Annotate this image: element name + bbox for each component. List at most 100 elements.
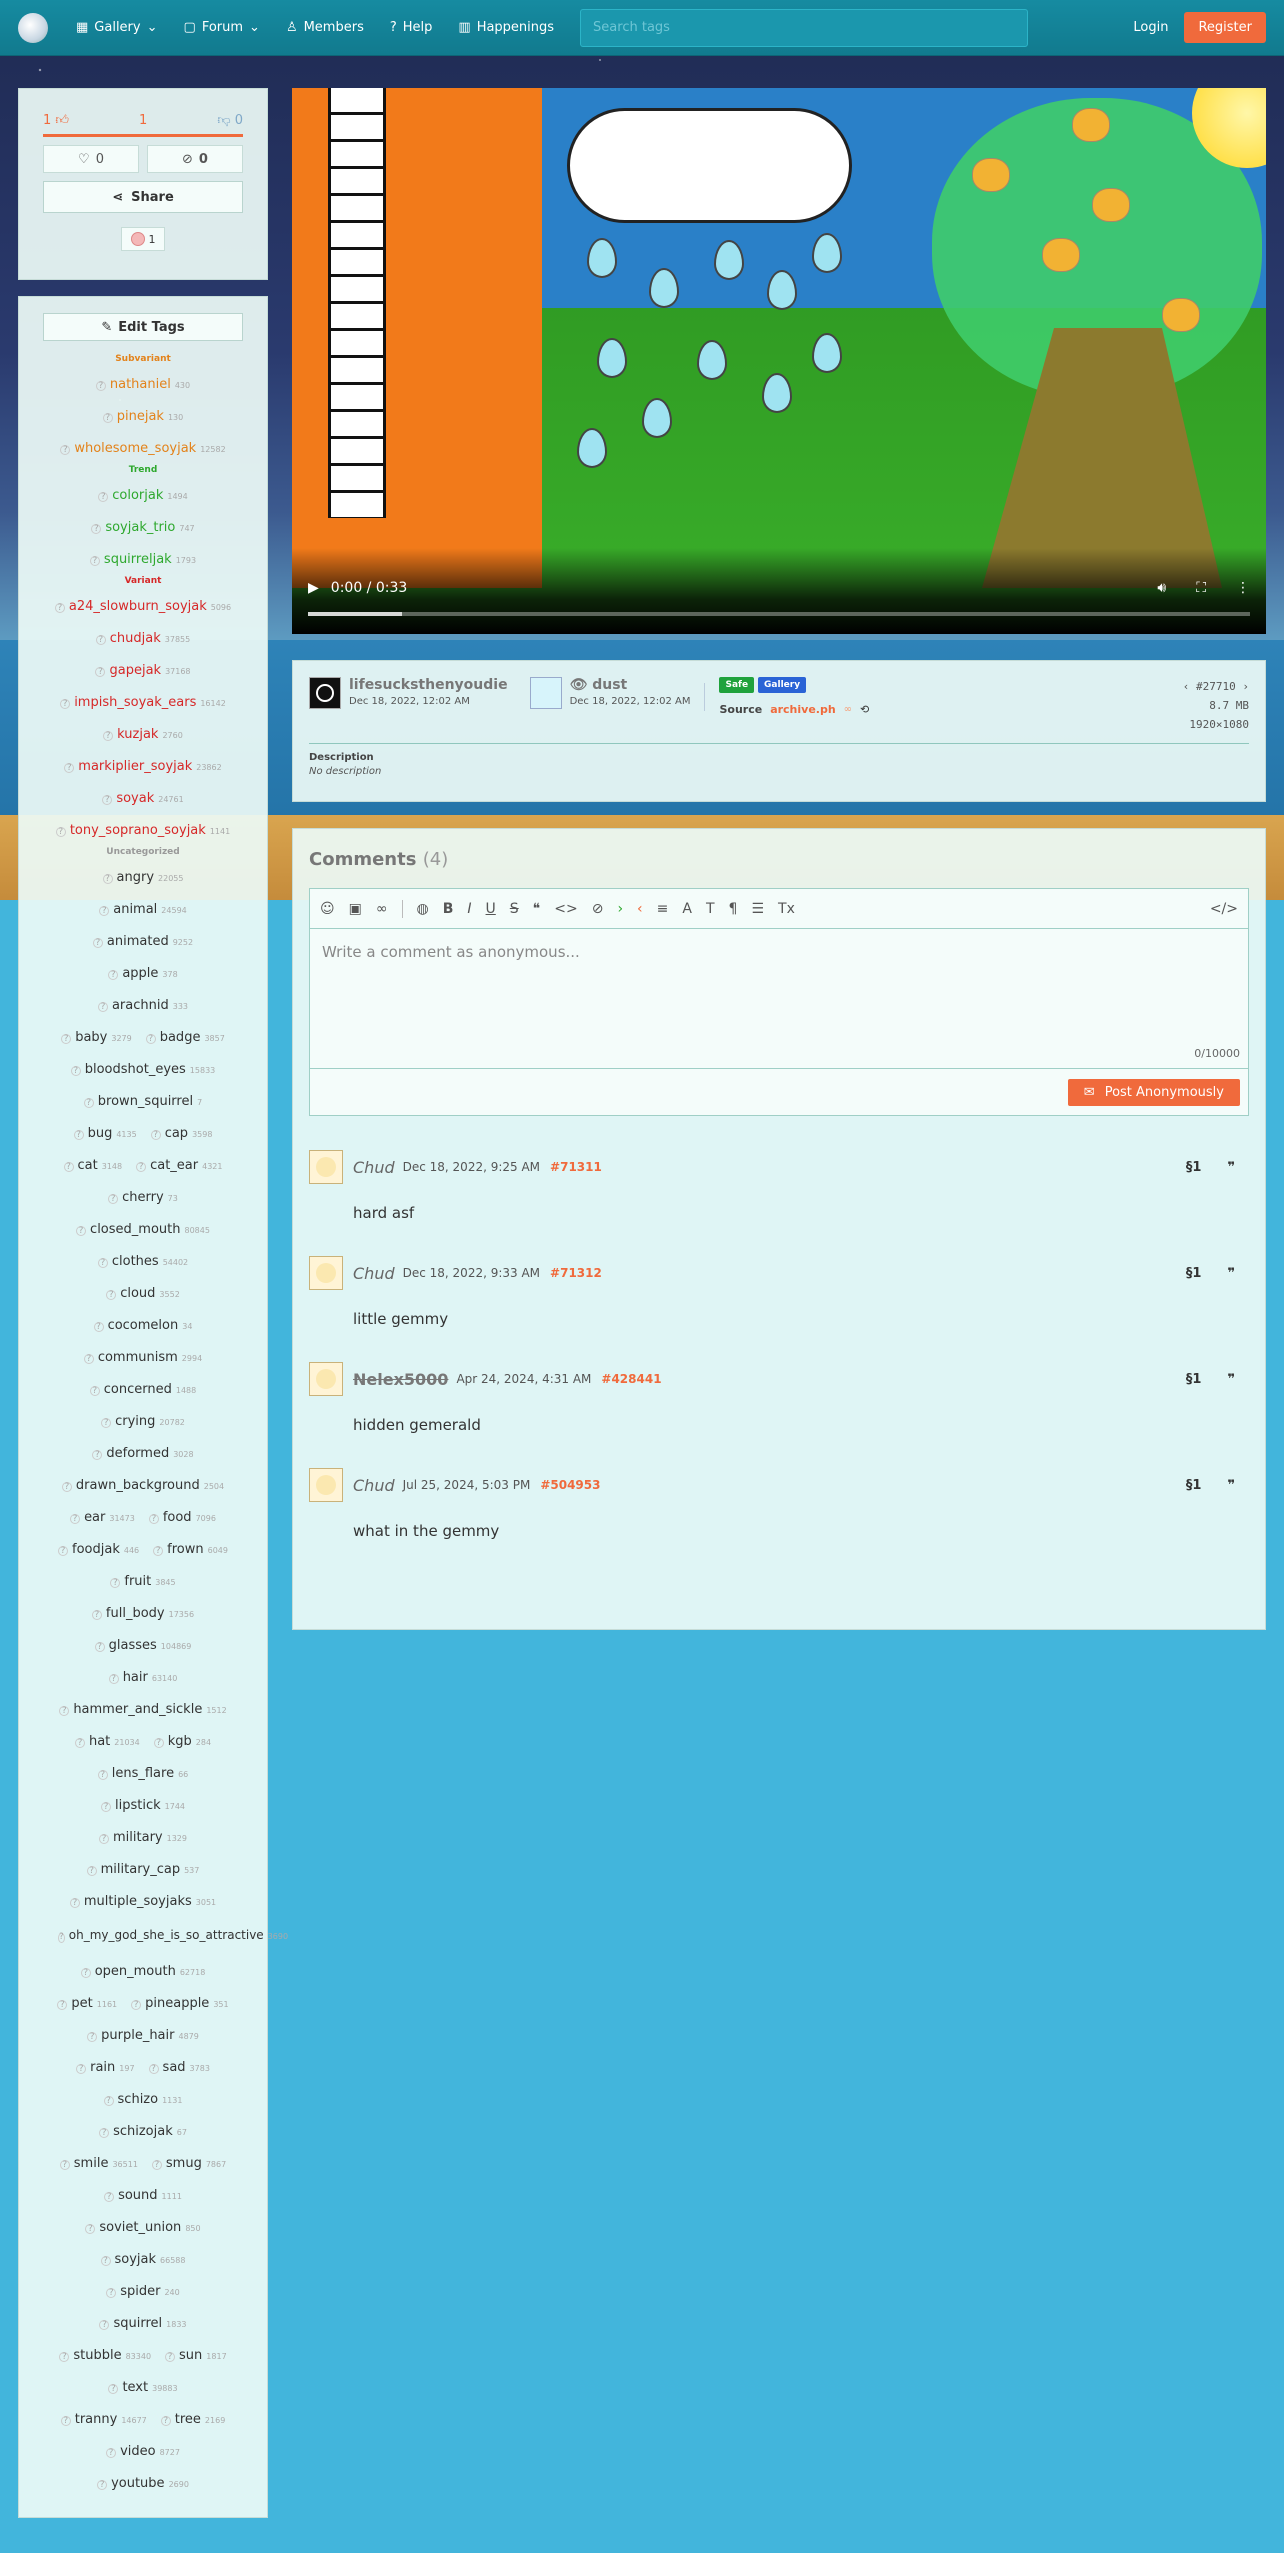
link-icon[interactable]: ∞: [376, 901, 388, 917]
site-logo[interactable]: [18, 12, 48, 43]
tag-link[interactable]: ? pinejak 130: [102, 409, 183, 424]
reply-icon[interactable]: §1: [1186, 1160, 1202, 1175]
gallery-badge[interactable]: Gallery: [758, 677, 807, 693]
tag-link[interactable]: ? pineapple 351: [131, 1996, 229, 2011]
tag-help-icon[interactable]: ?: [97, 1769, 108, 1780]
tag-link[interactable]: ? lipstick 1744: [101, 1798, 185, 1813]
uploader-avatar[interactable]: [309, 677, 341, 709]
tag-help-icon[interactable]: ?: [86, 1865, 97, 1876]
quote-icon[interactable]: ❞: [1227, 1478, 1235, 1493]
tag-link[interactable]: ? gapejak 37168: [95, 663, 191, 678]
comment-author[interactable]: Chud: [353, 1476, 395, 1495]
tag-link[interactable]: ? full_body 17356: [91, 1606, 194, 1621]
tag-link[interactable]: ? smug 7867: [151, 2156, 226, 2171]
tag-link[interactable]: ? glasses 104869: [94, 1638, 191, 1653]
comment-id-link[interactable]: #428441: [601, 1372, 661, 1386]
video-progress-bar[interactable]: [308, 612, 1250, 616]
underline-icon[interactable]: U: [486, 901, 496, 917]
tag-help-icon[interactable]: ?: [100, 2255, 111, 2266]
tag-help-icon[interactable]: ?: [61, 1033, 72, 1044]
tag-link[interactable]: ? brown_squirrel 7: [83, 1094, 202, 1109]
tag-link[interactable]: ? tony_soprano_soyjak 1141: [55, 823, 230, 838]
tag-link[interactable]: ? open_mouth 62718: [80, 1964, 205, 1979]
quote-icon[interactable]: ❞: [1227, 1372, 1235, 1387]
tag-help-icon[interactable]: ?: [148, 2063, 159, 2074]
tag-link[interactable]: ? cat 3148: [63, 1158, 122, 1173]
tag-link[interactable]: ? foodjak 446: [58, 1542, 139, 1557]
tag-link[interactable]: ? communism 2994: [83, 1350, 202, 1365]
comment-avatar[interactable]: [309, 1362, 343, 1396]
favorite-button[interactable]: ♡ 0: [43, 145, 139, 173]
tag-link[interactable]: ? youtube 2690: [97, 2476, 189, 2491]
font-size-icon[interactable]: T: [706, 901, 715, 917]
tag-link[interactable]: ? soyjak 66588: [100, 2252, 185, 2267]
tag-help-icon[interactable]: ?: [74, 1737, 85, 1748]
tag-link[interactable]: ? cherry 73: [108, 1190, 178, 1205]
quote-icon[interactable]: ❞: [1227, 1266, 1235, 1281]
source-link[interactable]: archive.ph: [770, 703, 835, 716]
tag-help-icon[interactable]: ?: [101, 1417, 112, 1428]
tag-help-icon[interactable]: ?: [102, 873, 113, 884]
watchers-button[interactable]: 1: [121, 227, 165, 251]
tag-help-icon[interactable]: ?: [145, 1033, 156, 1044]
play-icon[interactable]: ▶: [308, 580, 319, 596]
tag-help-icon[interactable]: ?: [136, 1161, 147, 1172]
tag-help-icon[interactable]: ?: [110, 1577, 121, 1588]
next-image-icon[interactable]: ›: [1242, 680, 1249, 693]
nav-item-gallery[interactable]: ▦ Gallery ⌄: [76, 20, 158, 35]
tag-help-icon[interactable]: ?: [102, 794, 113, 805]
upvote-button[interactable]: 1 👍︎: [43, 113, 69, 128]
tag-help-icon[interactable]: ?: [103, 2095, 114, 2106]
tag-help-icon[interactable]: ?: [99, 1833, 110, 1844]
tag-link[interactable]: ? arachnid 333: [97, 998, 188, 1013]
edit-tags-button[interactable]: ✎ Edit Tags: [43, 313, 243, 341]
comment-author[interactable]: Chud: [353, 1158, 395, 1177]
tag-link[interactable]: ? food 7096: [148, 1510, 216, 1525]
tag-help-icon[interactable]: ?: [63, 1161, 74, 1172]
tag-link[interactable]: ? tree 2169: [160, 2412, 225, 2427]
tag-link[interactable]: ? soviet_union 850: [85, 2220, 201, 2235]
emoji-icon[interactable]: ☺: [320, 901, 335, 917]
tag-link[interactable]: ? soyjak_trio 747: [91, 520, 195, 535]
tag-link[interactable]: ? cloud 3552: [106, 1286, 180, 1301]
tag-help-icon[interactable]: ?: [97, 1001, 108, 1012]
tag-help-icon[interactable]: ?: [108, 1673, 119, 1684]
tag-link[interactable]: ? colorjak 1494: [98, 488, 188, 503]
tag-link[interactable]: ? military_cap 537: [86, 1862, 199, 1877]
tag-help-icon[interactable]: ?: [76, 2063, 87, 2074]
comment-avatar[interactable]: [309, 1468, 343, 1502]
tag-help-icon[interactable]: ?: [59, 1705, 70, 1716]
uploader-name[interactable]: lifesucksthenyoudie: [349, 677, 508, 693]
tag-help-icon[interactable]: ?: [91, 523, 102, 534]
nav-item-help[interactable]: ? Help: [390, 20, 433, 35]
nav-item-members[interactable]: ♙ Members: [286, 20, 364, 35]
tag-link[interactable]: ? oh_my_god_she_is_so_attractive 3690: [58, 1929, 288, 1943]
tag-link[interactable]: ? chudjak 37855: [95, 631, 190, 646]
tag-link[interactable]: ? schizo 1131: [103, 2092, 182, 2107]
tag-help-icon[interactable]: ?: [108, 1193, 119, 1204]
tag-help-icon[interactable]: ?: [54, 602, 65, 613]
bold-icon[interactable]: B: [443, 901, 454, 917]
tag-help-icon[interactable]: ?: [160, 2415, 171, 2426]
greentext-icon[interactable]: ›: [617, 901, 623, 917]
tag-help-icon[interactable]: ?: [103, 730, 114, 741]
video-player[interactable]: ▶ 0:00 / 0:33 🔊︎ ⛶ ⋮: [292, 88, 1266, 634]
tag-link[interactable]: ? clothes 54402: [97, 1254, 188, 1269]
comment-textarea[interactable]: Write a comment as anonymous... 0/10000: [310, 929, 1248, 1069]
tag-link[interactable]: ? military 1329: [99, 1830, 187, 1845]
tag-link[interactable]: ? a24_slowburn_soyjak 5096: [54, 599, 231, 614]
tag-help-icon[interactable]: ?: [99, 2127, 110, 2138]
tag-help-icon[interactable]: ?: [99, 2319, 110, 2330]
tag-help-icon[interactable]: ?: [89, 1385, 100, 1396]
orangetext-icon[interactable]: ‹: [637, 901, 643, 917]
tag-link[interactable]: ? tranny 14677: [60, 2412, 147, 2427]
tag-help-icon[interactable]: ?: [94, 1641, 105, 1652]
approver-name[interactable]: dust: [592, 677, 627, 693]
tag-link[interactable]: ? lens_flare 66: [97, 1766, 188, 1781]
tag-help-icon[interactable]: ?: [58, 1545, 69, 1556]
tag-help-icon[interactable]: ?: [108, 2383, 119, 2394]
tag-link[interactable]: ? cocomelon 34: [93, 1318, 192, 1333]
tag-help-icon[interactable]: ?: [150, 1129, 161, 1140]
register-button[interactable]: Register: [1184, 12, 1266, 43]
tag-link[interactable]: ? bug 4135: [73, 1126, 137, 1141]
